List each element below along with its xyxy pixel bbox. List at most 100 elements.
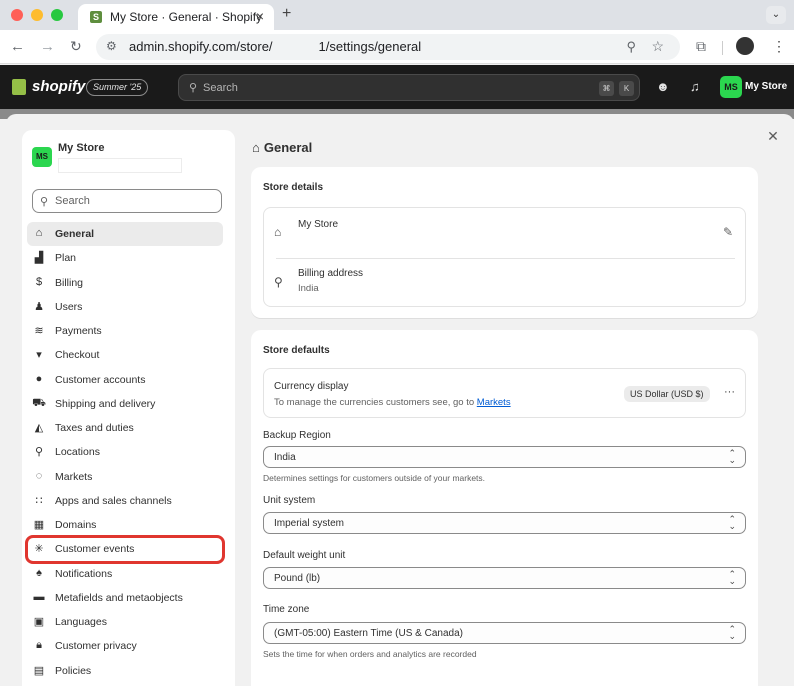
edition-badge[interactable]: Summer '25: [86, 79, 149, 96]
backup-region-select[interactable]: India ⌃ ⌄: [263, 446, 746, 468]
window-close-button[interactable]: [11, 9, 23, 21]
users-icon: ♟: [34, 300, 44, 313]
sidebar-item-label: Markets: [55, 470, 93, 483]
sidebar-item-plan[interactable]: ▟ Plan: [27, 246, 223, 270]
sidekick-icon[interactable]: ☻: [656, 79, 670, 94]
sidebar-item-domains[interactable]: ▦ Domains: [27, 513, 223, 537]
unit-system-select[interactable]: Imperial system ⌃ ⌄: [263, 512, 746, 534]
extensions-puzzle-icon[interactable]: ⧉: [696, 38, 706, 55]
close-settings-icon[interactable]: ✕: [761, 124, 785, 148]
window-maximize-button[interactable]: [51, 9, 63, 21]
sidebar-item-customer-events[interactable]: ✳ Customer events: [25, 535, 225, 564]
window-minimize-button[interactable]: [31, 9, 43, 21]
profile-avatar[interactable]: [736, 37, 754, 55]
sidebar-item-label: Billing: [55, 276, 84, 289]
sidebar-item-label: Shipping and delivery: [55, 397, 156, 410]
sidebar-item-label: Taxes and duties: [55, 422, 134, 434]
store-details-card: Store details ⌂ My Store ✎ ⚲ Billing add…: [251, 167, 758, 318]
sidebar-item-label: Payments: [55, 325, 102, 337]
reload-icon[interactable]: ↻: [70, 38, 82, 55]
url-text[interactable]: admin.shopify.com/store/1/settings/gener…: [129, 39, 421, 54]
bookmark-star-icon[interactable]: ☆: [651, 38, 664, 55]
store-icon: ⌂: [274, 225, 282, 239]
sidebar-item-users[interactable]: ♟ Users: [27, 295, 223, 319]
currency-badge: US Dollar (USD $): [624, 386, 710, 402]
address-bar[interactable]: ⚙ admin.shopify.com/store/1/settings/gen…: [96, 34, 680, 60]
sidebar-item-checkout[interactable]: ▾ Checkout: [27, 343, 223, 367]
time-zone-select[interactable]: (GMT-05:00) Eastern Time (US & Canada) ⌃ ⌄: [263, 622, 746, 644]
notifications-bell-icon[interactable]: ♫: [690, 79, 700, 94]
card-heading: Store defaults: [263, 345, 330, 356]
admin-search-input[interactable]: ⚲ Search ⌘ K: [178, 74, 640, 101]
sidebar-item-label: Checkout: [55, 349, 100, 362]
settings-sidebar: MS My Store ⚲ Search ⌂ General ▟ Plan $ Bil…: [22, 130, 235, 686]
toolbar-divider: [722, 41, 723, 55]
select-chevron-icon: ⌃ ⌄: [728, 514, 736, 531]
sidebar-item-label: Domains: [55, 519, 97, 531]
time-zone-label: Time zone: [263, 604, 310, 615]
sidebar-item-taxes[interactable]: ◭ Taxes and duties: [27, 416, 223, 440]
shortcut-k-key: K: [619, 81, 634, 96]
truck-icon: ⛟: [32, 396, 46, 409]
store-icon: ⌂: [35, 227, 43, 239]
sidebar-item-label: Apps and sales channels: [55, 494, 172, 507]
currency-display-box[interactable]: Currency display To manage the currencie…: [263, 368, 746, 418]
payments-icon: ≋: [34, 325, 44, 337]
sidebar-item-payments[interactable]: ≋ Payments: [27, 319, 223, 343]
shopify-favicon-icon: S: [90, 11, 102, 23]
sidebar-item-policies[interactable]: ▤ Policies: [27, 659, 223, 683]
account-store-name[interactable]: My Store: [745, 81, 787, 92]
currency-help-prefix: To manage the currencies customers see, …: [274, 397, 475, 408]
sidebar-item-billing[interactable]: $ Billing: [27, 271, 223, 295]
page-title-text: General: [263, 140, 313, 155]
sidebar-item-label: Customer accounts: [55, 373, 146, 386]
sidebar-item-customer-privacy[interactable]: 🔒︎ Customer privacy: [27, 634, 223, 658]
brand-name: shopify: [32, 78, 86, 95]
sidebar-item-metafields[interactable]: ▬ Metafields and metaobjects: [27, 586, 223, 610]
select-value: Imperial system: [274, 518, 345, 529]
sidebar-item-label: Notifications: [55, 567, 113, 580]
search-icon: ⚲: [40, 196, 49, 208]
zoom-icon[interactable]: ⚲: [626, 39, 636, 55]
sidebar-item-customer-accounts[interactable]: ● Customer accounts: [27, 368, 223, 392]
language-icon: ▣: [33, 616, 45, 628]
browser-menu-icon[interactable]: ⋮: [772, 38, 786, 55]
plan-icon: ▟: [34, 252, 44, 265]
sidebar-store-name: My Store: [58, 142, 105, 154]
select-value: (GMT-05:00) Eastern Time (US & Canada): [274, 628, 463, 639]
sidebar-item-notifications[interactable]: ♠ Notifications: [27, 562, 223, 586]
sidebar-item-general[interactable]: ⌂ General: [27, 222, 223, 247]
metafields-icon: ▬: [33, 590, 45, 603]
globe-icon: ◌: [35, 469, 43, 482]
sidebar-item-apps[interactable]: ∷ Apps and sales channels: [27, 489, 223, 513]
sidebar-item-languages[interactable]: ▣ Languages: [27, 610, 223, 634]
browser-tab[interactable]: S My Store · General · Shopify ×: [78, 4, 274, 30]
markets-link[interactable]: Markets: [477, 397, 511, 408]
site-settings-icon[interactable]: ⚙: [106, 39, 117, 53]
tax-icon: ◭: [34, 422, 44, 434]
more-actions-icon[interactable]: ···: [724, 386, 735, 398]
store-url-redacted: [58, 158, 182, 173]
sidebar-item-locations[interactable]: ⚲ Locations: [27, 440, 223, 464]
time-zone-help: Sets the time for when orders and analyt…: [263, 649, 477, 659]
tab-close-icon[interactable]: ×: [256, 8, 264, 24]
tab-search-chevron-icon[interactable]: ⌄: [766, 6, 786, 24]
sidebar-item-label: Languages: [55, 616, 107, 628]
apps-icon: ∷: [35, 494, 43, 507]
policy-icon: ▤: [33, 664, 45, 677]
account-avatar[interactable]: MS: [720, 76, 742, 98]
settings-search-input[interactable]: ⚲ Search: [32, 189, 222, 213]
shopify-logo[interactable]: shopify: [12, 78, 85, 95]
select-value: Pound (lb): [274, 573, 321, 584]
forward-arrow-icon[interactable]: →: [40, 38, 55, 55]
page-title: ⌂ General: [252, 140, 312, 155]
store-details-box: ⌂ My Store ✎ ⚲ Billing address India: [263, 207, 746, 307]
location-icon: ⚲: [34, 446, 44, 459]
back-arrow-icon[interactable]: ←: [10, 38, 25, 55]
sidebar-item-markets[interactable]: ◌ Markets: [27, 465, 223, 489]
weight-unit-select[interactable]: Pound (lb) ⌃ ⌄: [263, 567, 746, 589]
sidebar-item-shipping[interactable]: ⛟ Shipping and delivery: [27, 392, 223, 416]
sidebar-item-label: Policies: [55, 664, 92, 677]
edit-pencil-icon[interactable]: ✎: [723, 225, 733, 239]
new-tab-button[interactable]: +: [282, 5, 291, 23]
